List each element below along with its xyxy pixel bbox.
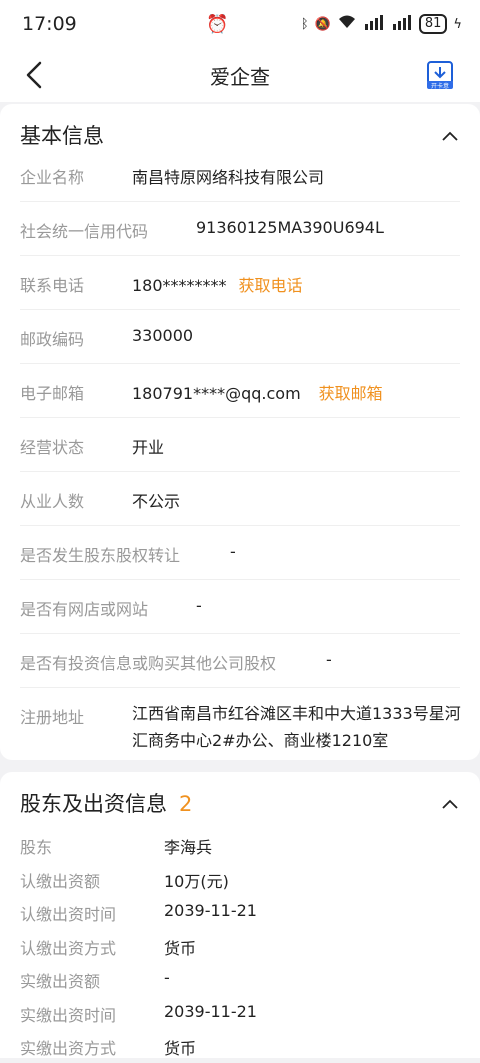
shareholder-detail-list: 股东 李海兵 认缴出资额 10万(元) 认缴出资时间 2039-11-21 认缴… <box>0 828 480 1063</box>
bluetooth-icon: ᛒ <box>300 16 309 32</box>
row-label: 实缴出资方式 <box>20 1039 117 1058</box>
business-status-value: 开业 <box>132 438 165 457</box>
info-row-email: 电子邮箱 180791****@qq.com 获取邮箱 <box>20 364 460 418</box>
shareholder-row: 实缴出资方式 货币 <box>20 1029 460 1063</box>
info-row-phone: 联系电话 180******** 获取电话 <box>20 256 460 310</box>
download-report-button[interactable]: 开卡意 <box>426 60 454 90</box>
subscribed-method-value: 货币 <box>164 938 197 958</box>
shareholder-row: 认缴出资方式 货币 <box>20 929 460 963</box>
shareholders-card: 股东及出资信息 2 股东 李海兵 认缴出资额 10万(元) 认缴出资时间 2039… <box>0 772 480 1058</box>
row-label: 邮政编码 <box>20 330 85 349</box>
row-label: 联系电话 <box>20 276 85 295</box>
paid-method-value: 货币 <box>164 1039 197 1058</box>
signal-icon-2 <box>391 14 413 34</box>
row-label: 认缴出资方式 <box>20 938 117 958</box>
row-label: 经营状态 <box>20 438 85 457</box>
chevron-up-icon[interactable] <box>442 798 458 810</box>
paid-date-value: 2039-11-21 <box>164 1001 257 1021</box>
shareholder-row: 认缴出资额 10万(元) <box>20 862 460 896</box>
report-label: 开卡意 <box>431 82 449 90</box>
download-report-icon: 开卡意 <box>427 61 453 90</box>
row-label: 实缴出资额 <box>20 972 101 991</box>
shareholders-title: 股东及出资信息 2 <box>20 788 192 818</box>
info-row-company-name: 企业名称 南昌特原网络科技有限公司 <box>20 148 460 202</box>
shareholders-header[interactable]: 股东及出资信息 2 <box>0 772 480 834</box>
row-label: 是否有投资信息或购买其他公司股权 <box>20 654 277 673</box>
shareholder-row: 实缴出资时间 2039-11-21 <box>20 996 460 1030</box>
info-row-address: 注册地址 江西省南昌市红谷滩区丰和中大道1333号星河汇商务中心2#办公、商业楼… <box>20 688 461 774</box>
email-value-wrap: 180791****@qq.com 获取邮箱 <box>132 380 383 404</box>
postcode-value: 330000 <box>132 326 194 345</box>
basic-info-card: 基本信息 企业名称 南昌特原网络科技有限公司 社会统一信用代码 91360125… <box>0 104 480 760</box>
row-label: 企业名称 <box>20 168 85 187</box>
credit-code-value: 91360125MA390U694L <box>196 218 384 237</box>
subscribed-date-value: 2039-11-21 <box>164 901 257 920</box>
battery-indicator: 81 <box>418 14 448 34</box>
subscribed-amount-value: 10万(元) <box>164 871 229 891</box>
row-label: 认缴出资额 <box>20 871 101 891</box>
row-label: 实缴出资时间 <box>20 1005 117 1025</box>
investment-value: - <box>326 650 332 669</box>
address-value: 江西省南昌市红谷滩区丰和中大道1333号星河汇商务中心2#办公、商业楼1210室 <box>132 704 461 750</box>
row-label: 认缴出资时间 <box>20 905 117 924</box>
back-arrow-icon[interactable] <box>22 60 52 90</box>
phone-value-wrap: 180******** 获取电话 <box>132 272 303 296</box>
charging-icon: ϟ <box>453 16 462 32</box>
page-title: 爱企查 <box>210 64 270 89</box>
chevron-up-icon[interactable] <box>442 130 458 142</box>
shareholder-count-badge: 2 <box>179 792 193 816</box>
row-label: 从业人数 <box>20 492 85 511</box>
row-label: 注册地址 <box>20 708 85 727</box>
employees-value: 不公示 <box>132 492 181 511</box>
shareholder-row: 认缴出资时间 2039-11-21 <box>20 895 460 929</box>
info-row-equity-transfer: 是否发生股东股权转让 - <box>20 526 460 580</box>
company-name-value: 南昌特原网络科技有限公司 <box>132 168 325 187</box>
equity-transfer-value: - <box>230 542 236 561</box>
email-value: 180791****@qq.com <box>132 384 301 403</box>
row-label: 是否有网店或网站 <box>20 600 149 619</box>
info-row-investment: 是否有投资信息或购买其他公司股权 - <box>20 634 460 688</box>
shareholders-title-text: 股东及出资信息 <box>20 792 167 816</box>
nav-bar: 爱企查 开卡意 <box>0 48 480 102</box>
online-store-value: - <box>196 596 202 615</box>
mute-icon: 🔕 <box>314 16 331 32</box>
row-label: 股东 <box>20 838 53 857</box>
row-label: 社会统一信用代码 <box>20 222 149 241</box>
get-phone-link[interactable]: 获取电话 <box>239 276 303 295</box>
phone-value: 180******** <box>132 276 227 295</box>
basic-info-title: 基本信息 <box>20 124 104 148</box>
wifi-icon <box>337 14 357 34</box>
info-row-employees: 从业人数 不公示 <box>20 472 460 526</box>
alarm-icon: ⏰ <box>206 13 229 35</box>
paid-amount-value: - <box>164 968 170 987</box>
signal-icon <box>363 14 385 34</box>
status-bar: 17:09 ⏰ ᛒ 🔕 81 ϟ <box>0 0 480 48</box>
info-row-postcode: 邮政编码 330000 <box>20 310 460 364</box>
shareholder-name[interactable]: 李海兵 <box>164 834 212 858</box>
status-time: 17:09 <box>22 13 77 35</box>
info-row-status: 经营状态 开业 <box>20 418 460 472</box>
status-icons: ᛒ 🔕 81 ϟ <box>301 14 462 34</box>
shareholder-row: 实缴出资额 - <box>20 962 460 996</box>
get-email-link[interactable]: 获取邮箱 <box>319 384 383 403</box>
shareholder-row: 股东 李海兵 <box>20 828 460 862</box>
row-label: 是否发生股东股权转让 <box>20 546 181 565</box>
info-row-credit-code: 社会统一信用代码 91360125MA390U694L <box>20 202 460 256</box>
info-row-online-store: 是否有网店或网站 - <box>20 580 460 634</box>
row-label: 电子邮箱 <box>20 384 85 403</box>
